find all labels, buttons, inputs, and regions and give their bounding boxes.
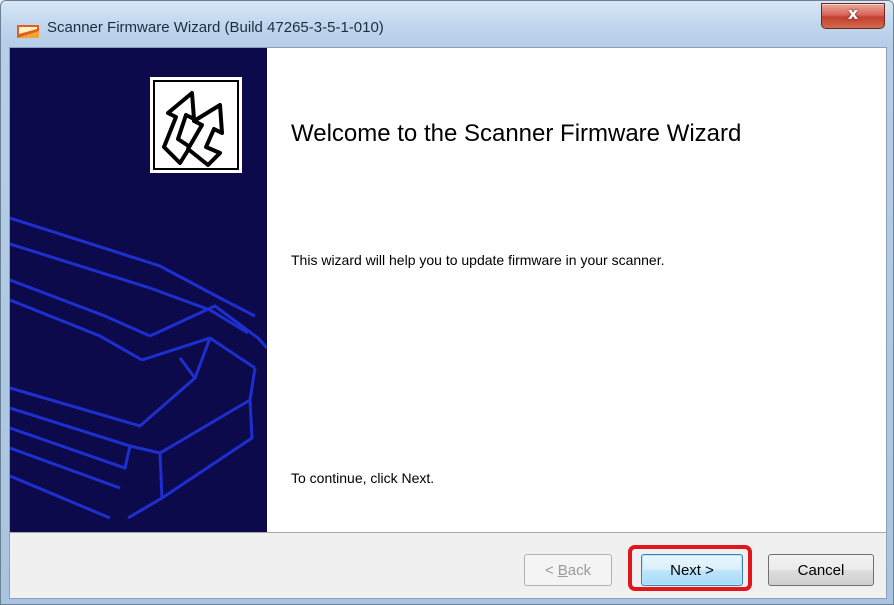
close-icon: x: [847, 4, 859, 23]
back-prefix: <: [544, 561, 558, 579]
instruction-text: To continue, click Next.: [291, 470, 435, 486]
button-bar: < Back Next > Cancel: [10, 533, 886, 598]
next-label: Next >: [670, 561, 714, 579]
wizard-body: Welcome to the Scanner Firmware Wizard T…: [9, 47, 887, 599]
description-text: This wizard will help you to update firm…: [291, 252, 665, 268]
arrow-update-icon: [153, 80, 239, 170]
banner-icon-box: [150, 77, 242, 173]
window-title: Scanner Firmware Wizard (Build 47265-3-5…: [47, 19, 384, 36]
wizard-banner: [10, 48, 267, 532]
scanner-app-icon: [17, 25, 39, 38]
wizard-window: Scanner Firmware Wizard (Build 47265-3-5…: [0, 0, 894, 605]
page-title: Welcome to the Scanner Firmware Wizard: [291, 120, 742, 147]
back-accelerator: B: [557, 561, 568, 579]
back-button[interactable]: < Back: [524, 554, 612, 586]
cancel-label: Cancel: [797, 561, 845, 579]
cancel-button[interactable]: Cancel: [768, 554, 874, 586]
content-panel: Welcome to the Scanner Firmware Wizard T…: [267, 48, 886, 532]
title-bar[interactable]: Scanner Firmware Wizard (Build 47265-3-5…: [1, 1, 893, 47]
close-button[interactable]: x: [821, 3, 885, 29]
back-label-rest: ack: [567, 561, 592, 579]
next-button[interactable]: Next >: [641, 554, 743, 586]
